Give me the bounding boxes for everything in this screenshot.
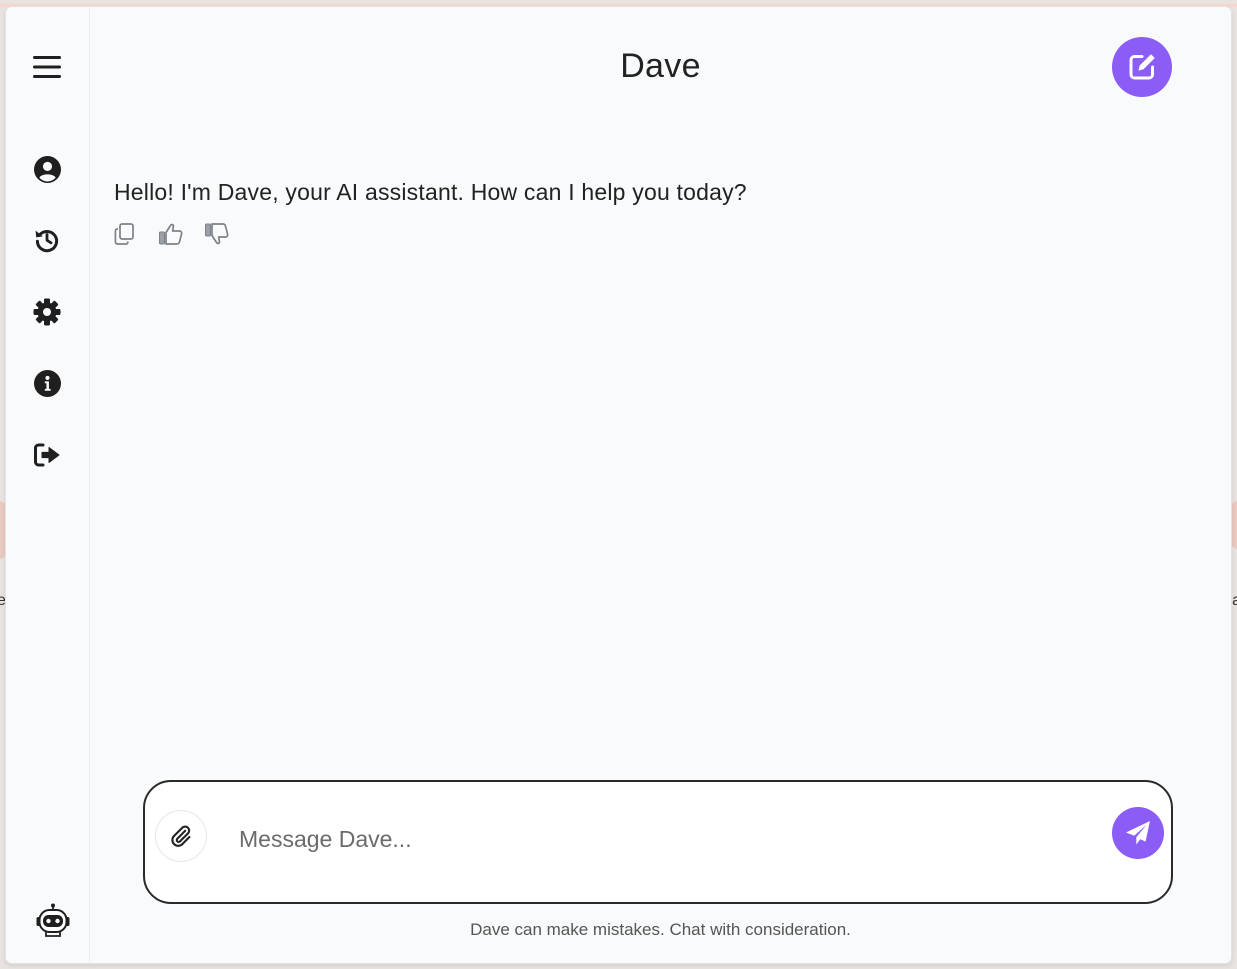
thumbs-down-button[interactable] xyxy=(204,221,230,247)
sidebar-item-info[interactable] xyxy=(31,367,63,399)
thumbs-down-icon xyxy=(205,223,229,245)
copy-button[interactable] xyxy=(112,221,138,247)
attach-file-button[interactable] xyxy=(155,810,207,862)
paper-plane-icon xyxy=(1126,821,1150,845)
sidebar-item-logout[interactable] xyxy=(31,439,63,471)
sidebar xyxy=(6,7,90,963)
hamburger-menu-icon xyxy=(33,56,61,78)
send-button[interactable] xyxy=(1112,807,1164,859)
message-composer xyxy=(143,780,1173,904)
chat-window: Dave Hello! I'm Dave, your AI assistant.… xyxy=(6,7,1231,963)
disclaimer-text: Dave can make mistakes. Chat with consid… xyxy=(470,920,851,939)
robot-icon xyxy=(36,903,70,937)
message-input[interactable] xyxy=(237,818,1101,860)
background-text-fragment: a xyxy=(1232,592,1237,609)
history-icon xyxy=(35,230,59,253)
info-circle-icon xyxy=(33,369,61,397)
thumbs-up-button[interactable] xyxy=(158,221,184,247)
paperclip-icon xyxy=(171,825,191,847)
copy-icon xyxy=(114,223,134,245)
edit-square-icon xyxy=(1129,54,1155,80)
new-chat-button[interactable] xyxy=(1112,37,1172,97)
menu-button[interactable] xyxy=(31,51,63,83)
thumbs-up-icon xyxy=(159,223,183,245)
user-circle-icon xyxy=(33,155,61,183)
bot-avatar-button[interactable] xyxy=(35,903,71,939)
sidebar-item-settings[interactable] xyxy=(31,296,63,328)
message-actions xyxy=(112,221,230,247)
assistant-message: Hello! I'm Dave, your AI assistant. How … xyxy=(114,179,747,205)
chat-main: Dave Hello! I'm Dave, your AI assistant.… xyxy=(90,7,1231,963)
sidebar-item-history[interactable] xyxy=(31,224,63,256)
page-title: Dave xyxy=(620,47,701,85)
gear-icon xyxy=(33,298,61,326)
sidebar-item-profile[interactable] xyxy=(31,153,63,185)
sign-out-icon xyxy=(34,443,60,467)
